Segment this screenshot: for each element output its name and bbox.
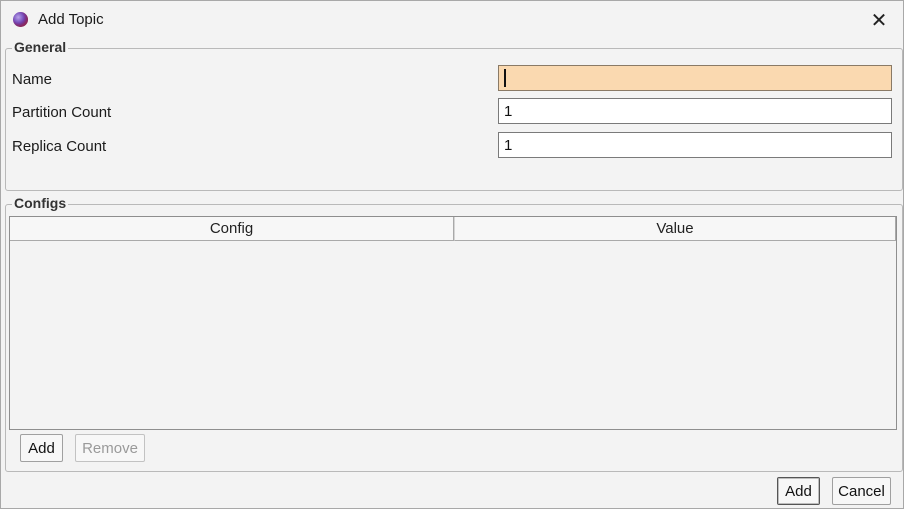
name-field[interactable] — [498, 65, 892, 91]
partition-count-label: Partition Count — [12, 104, 112, 121]
remove-config-button[interactable]: Remove — [75, 434, 145, 462]
general-group-label: General — [12, 39, 69, 55]
configs-table[interactable]: Config Value — [9, 216, 897, 430]
dialog-title: Add Topic — [38, 11, 104, 28]
column-header-config[interactable]: Config — [10, 217, 454, 241]
add-button[interactable]: Add — [777, 477, 820, 505]
replica-count-field[interactable] — [498, 132, 892, 158]
name-label: Name — [12, 71, 53, 88]
configs-group-label: Configs — [12, 195, 69, 211]
table-header: Config Value — [10, 217, 896, 242]
app-sphere-icon — [13, 12, 28, 27]
text-caret — [504, 69, 506, 87]
general-group: General Name Partition Count Replica Cou… — [5, 39, 903, 191]
close-icon: ✕ — [870, 9, 888, 32]
configs-group: Configs Config Value Add Remove — [5, 195, 903, 472]
add-config-button[interactable]: Add — [20, 434, 63, 462]
title-bar[interactable]: Add Topic ✕ — [1, 1, 903, 39]
replica-count-label: Replica Count — [12, 138, 107, 155]
column-header-value[interactable]: Value — [454, 217, 896, 241]
add-topic-dialog: Add Topic ✕ General Name Partition Count… — [0, 0, 904, 509]
cancel-button[interactable]: Cancel — [832, 477, 891, 505]
partition-count-field[interactable] — [498, 98, 892, 124]
close-button[interactable]: ✕ — [861, 5, 897, 35]
